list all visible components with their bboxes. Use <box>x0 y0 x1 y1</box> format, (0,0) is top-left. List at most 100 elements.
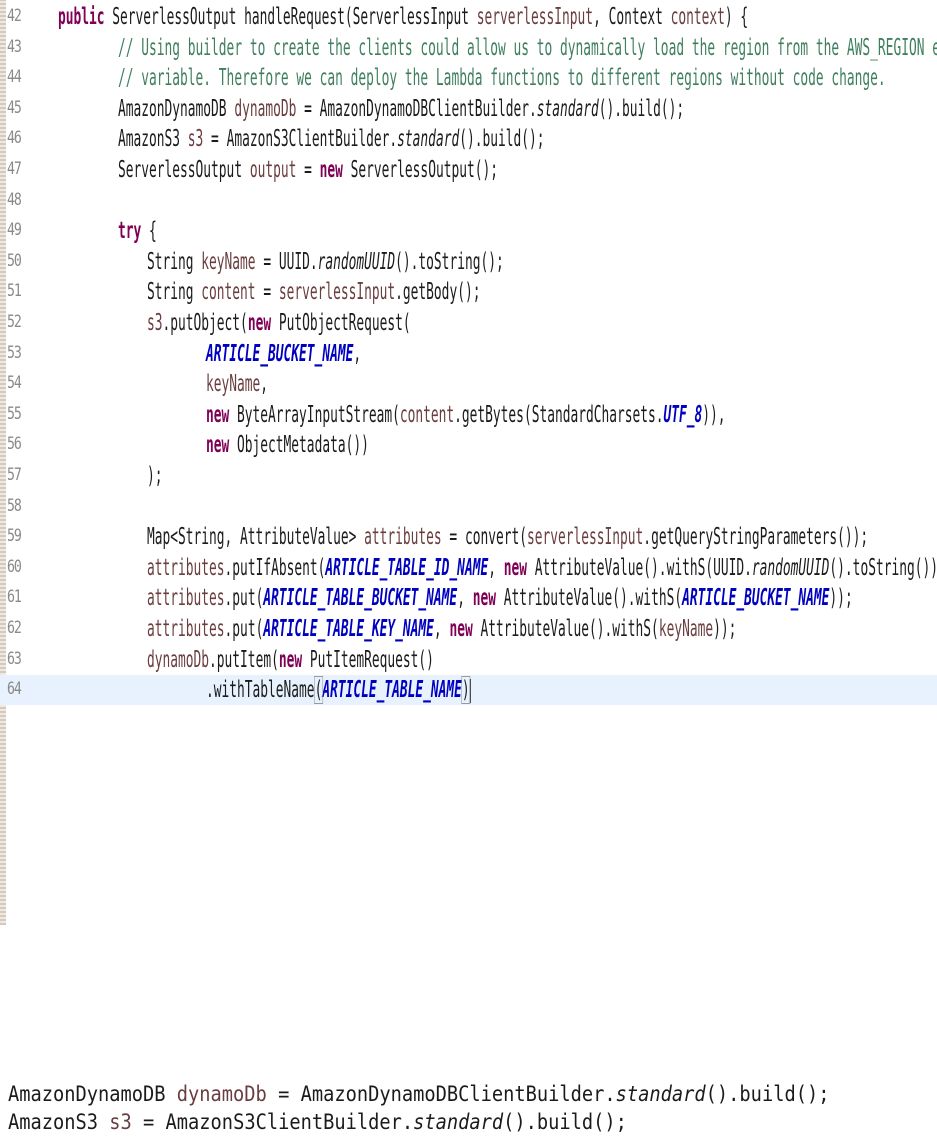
code-line[interactable]: 47 ServerlessOutput output = new Serverle… <box>0 155 937 185</box>
code-token: serverlessInput <box>526 524 644 551</box>
code-text: new ByteArrayInputStream(content.getByte… <box>206 400 726 430</box>
code-text: keyName, <box>206 369 268 399</box>
code-line[interactable]: 43 // Using builder to create the clients… <box>0 33 937 63</box>
line-number: 62 <box>7 618 22 638</box>
code-text: // Using builder to create the clients c… <box>118 33 937 63</box>
code-line[interactable]: 55 new ByteArrayInputStream(content.getBy… <box>0 400 937 430</box>
code-token: serverlessInput <box>476 4 594 30</box>
code-token: ().toString())); <box>829 554 937 581</box>
line-number: 61 <box>7 587 22 608</box>
snippet-line: AmazonS3 s3 = AmazonS3ClientBuilder.stan… <box>8 1108 627 1136</box>
code-token: new <box>206 401 230 428</box>
code-text: try { <box>118 216 157 246</box>
code-token: keyName <box>206 371 261 398</box>
code-token: .putObject( <box>162 310 248 336</box>
code-token: ().build(); <box>503 1110 627 1134</box>
code-token: .getQueryStringParameters()); <box>643 524 869 551</box>
code-editor[interactable]: 42 public ServerlessOutput handleRequest(… <box>0 0 937 925</box>
code-text: .withTableName(ARTICLE_TABLE_NAME) <box>206 675 471 705</box>
code-token: ) { <box>724 4 749 30</box>
code-token: ObjectMetadata()) <box>229 432 369 459</box>
code-token: = AmazonS3ClientBuilder. <box>131 1110 414 1134</box>
code-token: AttributeValue().withS( <box>472 616 659 642</box>
text-cursor <box>469 678 471 703</box>
code-token: new <box>247 310 272 336</box>
code-token: content <box>399 401 455 428</box>
code-token: = AmazonDynamoDBClientBuilder. <box>266 1082 616 1106</box>
code-token: AttributeValue().withS(UUID. <box>526 554 752 581</box>
code-line[interactable]: 44 // variable. Therefore we can deploy t… <box>0 63 937 93</box>
code-token: , <box>353 340 362 367</box>
code-line[interactable]: 64 .withTableName(ARTICLE_TABLE_NAME) <box>0 675 937 706</box>
code-token: PutItemRequest() <box>302 646 434 673</box>
code-token: )); <box>713 616 737 642</box>
code-token: .withTableName <box>206 677 315 704</box>
code-token: dynamoDb <box>176 1082 267 1106</box>
line-number: 54 <box>7 373 22 394</box>
code-token: ARTICLE_BUCKET_NAME <box>206 340 354 367</box>
code-token: randomUUID <box>317 248 396 275</box>
line-number: 59 <box>7 526 22 547</box>
line-number: 63 <box>7 648 22 669</box>
code-line[interactable]: 63 dynamoDb.putItem(new PutItemRequest() <box>0 645 937 675</box>
code-line[interactable]: 51 String content = serverlessInput.getBo… <box>0 277 937 307</box>
matching-bracket: ( <box>314 676 323 705</box>
code-text: // variable. Therefore we can deploy the… <box>118 63 886 93</box>
code-line[interactable]: 61 attributes.put(ARTICLE_TABLE_BUCKET_NA… <box>0 583 937 613</box>
code-token: ServerlessOutput <box>118 157 250 183</box>
code-text: new ObjectMetadata()) <box>206 430 369 460</box>
code-line[interactable]: 50 String keyName = UUID.randomUUID().toS… <box>0 247 937 277</box>
code-token: Map<String, AttributeValue> <box>147 524 365 551</box>
code-text: public ServerlessOutput handleRequest(Se… <box>58 2 748 32</box>
code-token: String <box>147 279 202 306</box>
code-token: standard <box>615 1082 706 1106</box>
code-line[interactable]: 62 attributes.put(ARTICLE_TABLE_KEY_NAME,… <box>0 614 937 644</box>
code-line[interactable]: 46 AmazonS3 s3 = AmazonS3ClientBuilder.st… <box>0 124 937 154</box>
snippet-line: AmazonDynamoDB dynamoDb = AmazonDynamoDB… <box>8 1080 829 1108</box>
code-line[interactable]: 54 keyName, <box>0 369 937 399</box>
code-line[interactable]: 58 <box>0 492 937 522</box>
code-token: .putItem( <box>209 646 279 673</box>
code-line[interactable]: 45 AmazonDynamoDB dynamoDb = AmazonDynamo… <box>0 94 937 124</box>
code-token: new <box>319 157 343 183</box>
code-line[interactable]: 52 s3.putObject(new PutObjectRequest( <box>0 308 937 338</box>
code-line[interactable]: 42 public ServerlessOutput handleRequest(… <box>0 2 937 32</box>
code-text: attributes.put(ARTICLE_TABLE_KEY_NAME, n… <box>147 614 736 644</box>
code-token: AmazonS3 <box>8 1110 110 1134</box>
code-line[interactable]: 57); <box>0 461 937 491</box>
code-token: new <box>472 585 496 612</box>
code-line[interactable]: 60 attributes.putIfAbsent(ARTICLE_TABLE_I… <box>0 553 937 583</box>
code-token: output <box>249 157 297 183</box>
code-token: = UUID. <box>255 248 318 275</box>
code-token: .getBody(); <box>395 279 481 306</box>
code-token: )), <box>702 401 726 428</box>
code-line[interactable]: 56 new ObjectMetadata()) <box>0 430 937 460</box>
line-number: 53 <box>7 342 22 363</box>
line-number: 48 <box>7 189 22 210</box>
line-number: 55 <box>7 403 22 424</box>
code-line[interactable]: 53 ARTICLE_BUCKET_NAME, <box>0 339 937 369</box>
code-token: // variable. Therefore we can deploy the… <box>118 65 886 92</box>
code-token: .putIfAbsent( <box>224 554 326 581</box>
code-text: String content = serverlessInput.getBody… <box>147 277 480 307</box>
code-token: = AmazonDynamoDBClientBuilder. <box>296 95 537 122</box>
code-token: dynamoDb <box>234 95 297 122</box>
code-token: attributes <box>147 554 225 581</box>
code-token: .getBytes(StandardCharsets. <box>454 401 664 428</box>
code-line[interactable]: 48 <box>0 186 937 216</box>
code-token: attributes <box>364 524 442 551</box>
code-line[interactable]: 49 try { <box>0 216 937 246</box>
line-number: 45 <box>7 97 22 118</box>
code-token: AmazonDynamoDB <box>8 1082 177 1106</box>
code-token: ServerlessOutput handleRequest(Serverles… <box>104 4 477 30</box>
code-token: .put( <box>224 585 264 612</box>
code-token: AmazonS3 <box>118 126 188 153</box>
code-token: public <box>58 4 105 30</box>
code-token: new <box>449 616 473 642</box>
code-token: ServerlessOutput(); <box>342 157 498 183</box>
code-token: AttributeValue().withS( <box>495 585 683 612</box>
code-token: = <box>255 279 279 306</box>
code-line[interactable]: 59 Map<String, AttributeValue> attributes… <box>0 522 937 552</box>
line-number: 51 <box>7 281 22 302</box>
code-text: ); <box>147 461 163 491</box>
